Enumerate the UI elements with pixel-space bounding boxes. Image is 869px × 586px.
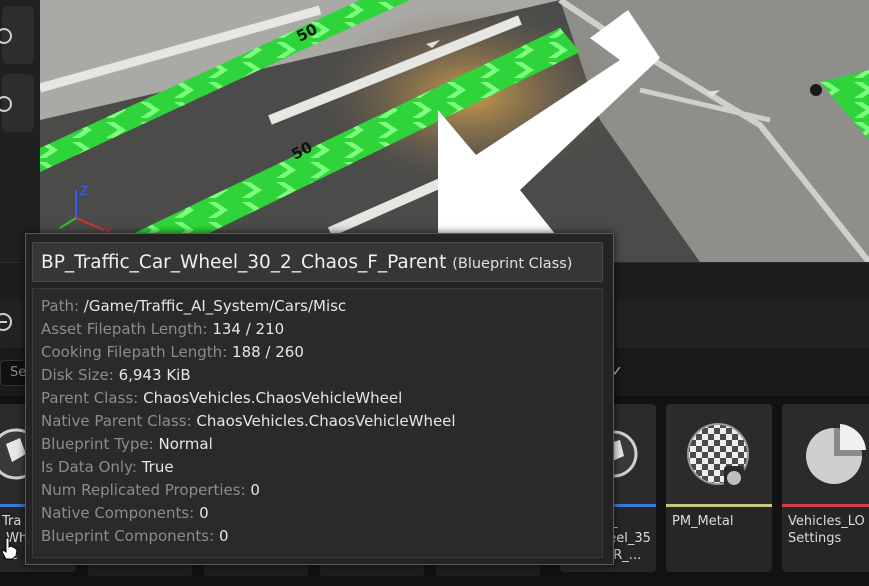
indicator-arrow-icon (438, 10, 660, 240)
tooltip-row-blueprint-components: Blueprint Components: 0 (41, 527, 229, 545)
axis-z-label: Z (80, 184, 88, 198)
physical-material-icon (687, 423, 749, 488)
tooltip-properties: Path: /Game/Traffic_AI_System/Cars/Misc … (32, 288, 603, 558)
tooltip-row-native-parent-class: Native Parent Class: ChaosVehicles.Chaos… (41, 412, 456, 430)
asset-type-bar (666, 504, 772, 507)
level-viewport[interactable]: 50 50 Z X (0, 0, 869, 262)
asset-label: Vehicles_LO Settings (788, 514, 865, 546)
tooltip-row-blueprint-type: Blueprint Type: Normal (41, 435, 213, 453)
asset-type-bar (782, 504, 869, 507)
search-placeholder: Se (10, 365, 27, 380)
tooltip-row-asset-filepath-length: Asset Filepath Length: 134 / 210 (41, 320, 285, 338)
tooltip-row-native-components: Native Components: 0 (41, 504, 209, 522)
asset-label: PM_Metal (672, 514, 734, 529)
hand-cursor-icon (1, 537, 18, 560)
circle-icon (0, 28, 12, 44)
circle-icon (0, 96, 12, 112)
tooltip-asset-type: (Blueprint Class) (452, 256, 573, 272)
asset-thumbnail (666, 404, 772, 504)
collapse-icon[interactable] (0, 313, 12, 331)
data-asset-pie-icon (806, 424, 866, 484)
tooltip-row-parent-class: Parent Class: ChaosVehicles.ChaosVehicle… (41, 389, 403, 407)
rail-button[interactable] (0, 6, 34, 64)
tooltip-row-disk-size: Disk Size: 6,943 KiB (41, 366, 191, 384)
tooltip-header: BP_Traffic_Car_Wheel_30_2_Chaos_F_Parent… (32, 242, 603, 282)
tooltip-row-cooking-filepath-length: Cooking Filepath Length: 188 / 260 (41, 343, 304, 361)
tooltip-row-num-replicated-properties: Num Replicated Properties: 0 (41, 481, 260, 499)
asset-tile-vehicles-lod-settings[interactable]: Vehicles_LO Settings (782, 404, 869, 572)
asset-tile-pm-metal[interactable]: PM_Metal (666, 404, 772, 572)
asset-tooltip: BP_Traffic_Car_Wheel_30_2_Chaos_F_Parent… (25, 233, 614, 565)
tooltip-row-path: Path: /Game/Traffic_AI_System/Cars/Misc (41, 297, 347, 315)
tooltip-asset-name: BP_Traffic_Car_Wheel_30_2_Chaos_F_Parent (41, 252, 447, 273)
asset-thumbnail (782, 404, 869, 504)
viewport-side-rail (0, 0, 40, 262)
rail-button[interactable] (0, 74, 34, 132)
tooltip-row-is-data-only: Is Data Only: True (41, 458, 174, 476)
